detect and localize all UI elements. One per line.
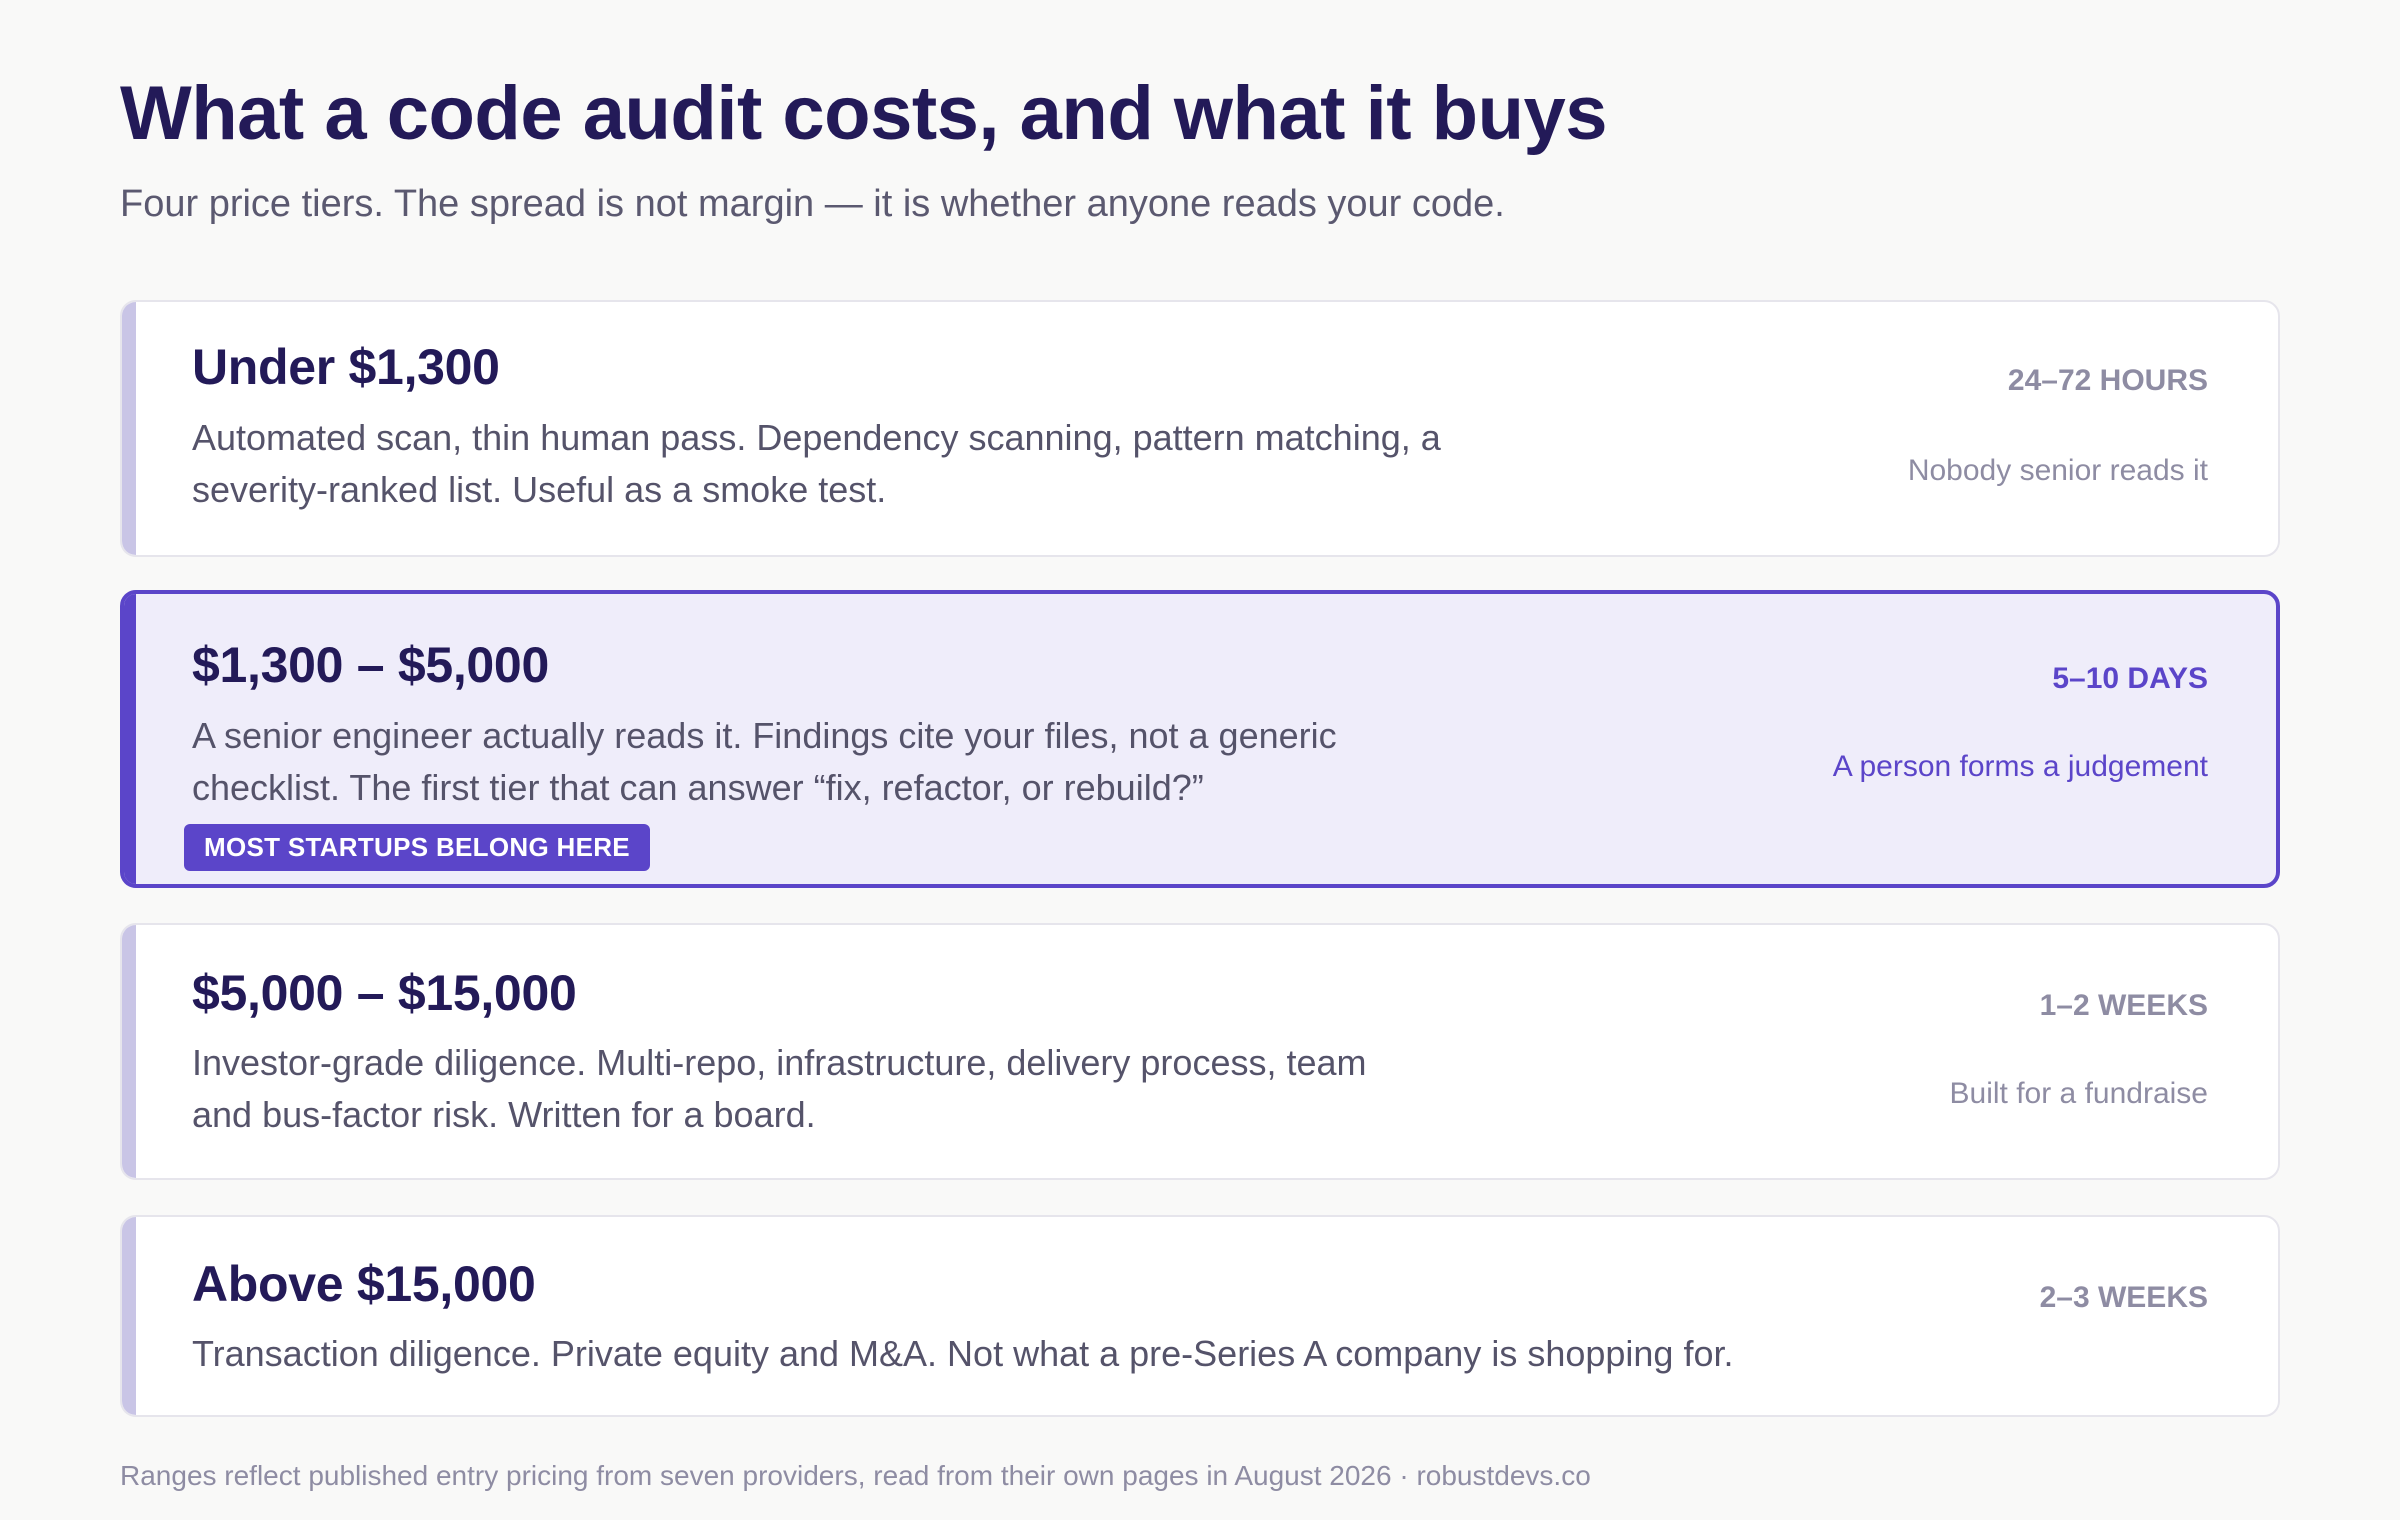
tier-note: Nobody senior reads it (1907, 454, 2208, 487)
recommended-badge: MOST STARTUPS BELONG HERE (184, 824, 650, 871)
tier-description: Automated scan, thin human pass. Depende… (192, 417, 1441, 510)
tier-title: $1,300 – $5,000 (192, 637, 549, 693)
tier-note: Built for a fundraise (1949, 1077, 2208, 1110)
tier-card-1300-5000: $1,300 – $5,000 A senior engineer actual… (120, 590, 2280, 888)
tier-title: Under $1,300 (192, 339, 500, 395)
tier-title: Above $15,000 (192, 1256, 536, 1312)
page-subtitle: Four price tiers. The spread is not marg… (120, 183, 1505, 225)
tier-accent-bar (122, 925, 136, 1178)
tier-note: A person forms a judgement (1832, 750, 2208, 783)
tier-card-under-1300: Under $1,300 Automated scan, thin human … (120, 300, 2280, 557)
tier-description: A senior engineer actually reads it. Fin… (192, 715, 1337, 808)
tier-card-above-15000: Above $15,000 Transaction diligence. Pri… (120, 1215, 2280, 1417)
tier-duration: 5–10 DAYS (2052, 662, 2208, 695)
tier-duration: 2–3 WEEKS (2039, 1281, 2208, 1314)
tier-card-5000-15000: $5,000 – $15,000 Investor-grade diligenc… (120, 923, 2280, 1180)
tier-accent-bar (122, 1217, 136, 1415)
tier-accent-bar (124, 594, 136, 884)
footnote: Ranges reflect published entry pricing f… (120, 1460, 1591, 1491)
page-title: What a code audit costs, and what it buy… (120, 71, 1608, 156)
tier-title: $5,000 – $15,000 (192, 965, 577, 1021)
tier-duration: 1–2 WEEKS (2039, 989, 2208, 1022)
tier-accent-bar (122, 302, 136, 555)
tier-description: Investor-grade diligence. Multi-repo, in… (192, 1042, 1367, 1135)
tier-description: Transaction diligence. Private equity an… (192, 1333, 1734, 1374)
tier-duration: 24–72 HOURS (2007, 364, 2208, 397)
